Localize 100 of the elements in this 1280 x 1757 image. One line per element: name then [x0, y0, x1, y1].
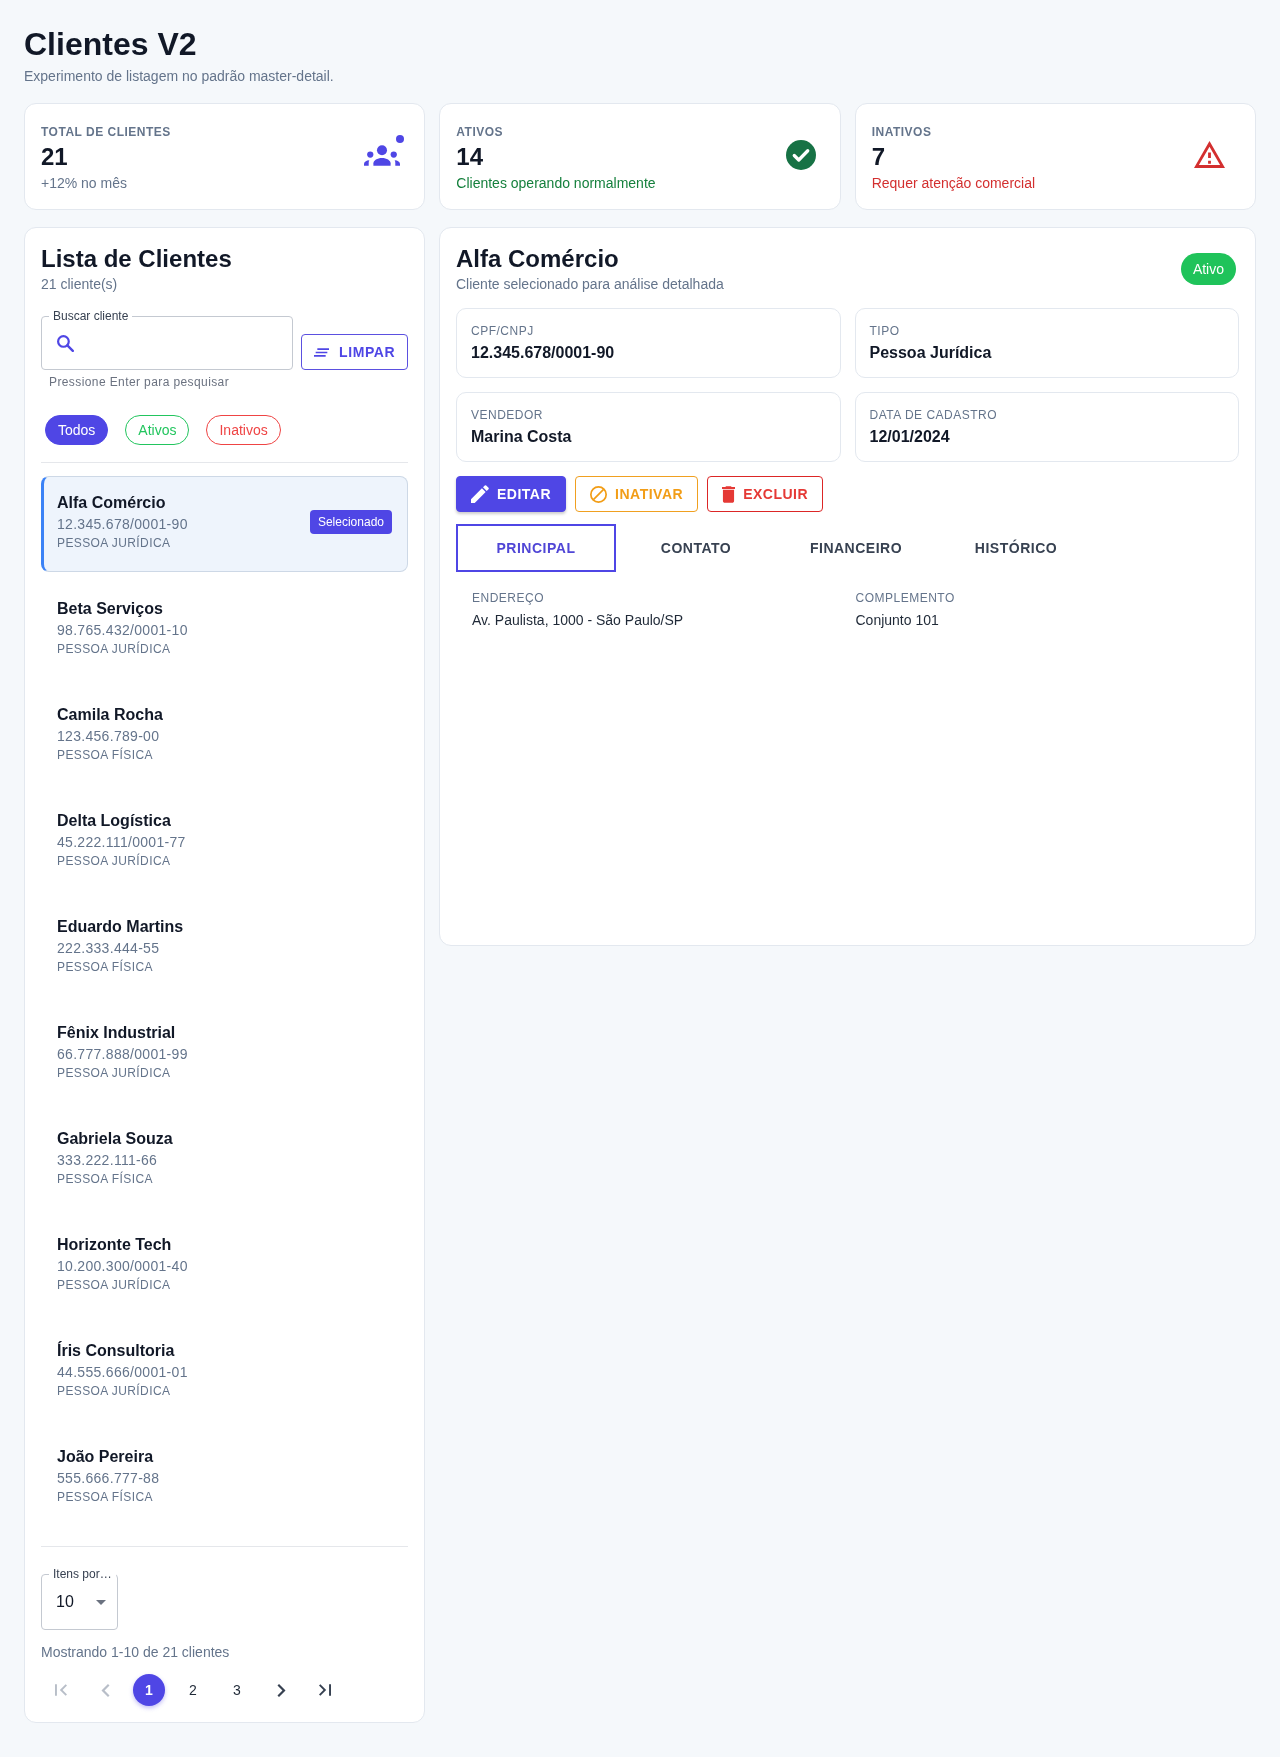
trash-icon [722, 485, 736, 503]
stat-note: +12% no mês [41, 173, 128, 193]
page-title: Clientes V2 [24, 25, 198, 64]
client-name: João Pereira [57, 1447, 155, 1467]
stat-note: Requer atenção comercial [871, 173, 1036, 193]
info-value: 12.345.678/0001-90 [471, 343, 616, 363]
client-list-item[interactable]: João Pereira 555.666.777-88 PESSOA FÍSICA [41, 1430, 408, 1526]
client-document: 45.222.111/0001-77 [57, 833, 186, 852]
client-type: PESSOA JURÍDICA [57, 1276, 172, 1294]
client-type: PESSOA JURÍDICA [57, 640, 172, 658]
client-type: PESSOA JURÍDICA [57, 1064, 172, 1082]
info-label: DATA DE CADASTRO [869, 407, 999, 423]
client-document: 66.777.888/0001-99 [57, 1045, 188, 1064]
client-name: Camila Rocha [57, 705, 163, 725]
stat-value: 14 [456, 141, 485, 172]
first-page-icon [55, 1684, 67, 1696]
client-name: Gabriela Souza [57, 1129, 173, 1149]
pagination-summary: Mostrando 1-10 de 21 clientes [41, 1643, 231, 1662]
client-document: 222.333.444-55 [57, 939, 161, 958]
info-value: 12/01/2024 [869, 427, 951, 447]
client-document: 10.200.300/0001-40 [57, 1257, 188, 1276]
last-page-icon [319, 1684, 331, 1696]
people-group-icon [364, 144, 401, 166]
client-name: Beta Serviços [57, 599, 164, 619]
client-type: PESSOA JURÍDICA [57, 534, 172, 552]
client-document: 44.555.666/0001-01 [57, 1363, 188, 1382]
client-type: PESSOA JURÍDICA [57, 1382, 172, 1400]
client-type: PESSOA FÍSICA [57, 1170, 154, 1188]
field-label: Itens por… [49, 1566, 116, 1582]
client-list-item[interactable]: Íris Consultoria 44.555.666/0001-01 PESSOA JURÍDICA [41, 1324, 408, 1420]
client-type: PESSOA JURÍDICA [57, 852, 172, 870]
clear-button[interactable]: LIMPAR [301, 334, 409, 370]
page-subtitle: Experimento de listagem no padrão master-detail. [24, 67, 335, 86]
delete-button[interactable]: EXCLUIR [707, 476, 824, 512]
tab[interactable]: PRINCIPAL [456, 524, 616, 572]
client-list-item[interactable]: Alfa Comércio 12.345.678/0001-90 PESSOA JURÍDICA Selecionado [41, 476, 408, 572]
client-list-item[interactable]: Beta Serviços 98.765.432/0001-10 PESSOA JURÍDICA [41, 582, 408, 678]
page-size-select[interactable]: Itens por… 10 [41, 1566, 118, 1630]
page-button[interactable]: 3 [221, 1674, 253, 1706]
stat-label: ATIVOS [456, 123, 505, 140]
client-name: Horizonte Tech [57, 1235, 173, 1255]
info-value: Pessoa Jurídica [869, 343, 993, 363]
lines-icon [314, 347, 329, 357]
stat-label: TOTAL DE CLIENTES [41, 123, 171, 140]
edit-button[interactable]: EDITAR [456, 476, 567, 512]
client-name: Eduardo Martins [57, 917, 184, 937]
client-type: PESSOA FÍSICA [57, 958, 154, 976]
tab[interactable]: CONTATO [616, 524, 776, 572]
client-name: Íris Consultoria [57, 1340, 176, 1361]
detail-subtitle: Cliente selecionado para análise detalhada [456, 275, 724, 294]
info-value: Marina Costa [471, 427, 573, 447]
client-document: 98.765.432/0001-10 [57, 621, 188, 640]
stat-value: 7 [871, 141, 886, 172]
chevron-right-icon [276, 1683, 286, 1697]
panel-title: Lista de Clientes [41, 244, 233, 274]
pencil-icon [471, 485, 489, 503]
client-list-item[interactable]: Horizonte Tech 10.200.300/0001-40 PESSOA JURÍDICA [41, 1218, 408, 1314]
helper-text: Pressione Enter para pesquisar [49, 374, 231, 390]
client-list-item[interactable]: Delta Logística 45.222.111/0001-77 PESSOA JURÍDICA [41, 794, 408, 890]
detail-title: Alfa Comércio [456, 244, 620, 274]
filter-chip[interactable]: Todos [45, 415, 109, 445]
filter-chip[interactable]: Inativos [206, 415, 281, 445]
client-document: 123.456.789-00 [57, 727, 161, 746]
info-label: TIPO [869, 323, 901, 339]
search-field[interactable]: Buscar cliente [41, 308, 293, 370]
client-type: PESSOA FÍSICA [57, 746, 154, 764]
client-document: 555.666.777-88 [57, 1469, 160, 1488]
page-button[interactable]: 2 [177, 1674, 209, 1706]
warning-icon [1194, 140, 1225, 168]
client-list-item[interactable]: Gabriela Souza 333.222.111-66 PESSOA FÍSICA [41, 1112, 408, 1208]
client-name: Delta Logística [57, 811, 172, 831]
client-list-item[interactable]: Eduardo Martins 222.333.444-55 PESSOA FÍSICA [41, 900, 408, 996]
selected-badge: Selecionado [309, 510, 392, 534]
detail-value: Conjunto 101 [855, 611, 940, 630]
info-label: CPF/CNPJ [471, 323, 535, 339]
client-list-item[interactable]: Fênix Industrial 66.777.888/0001-99 PESSOA JURÍDICA [41, 1006, 408, 1102]
tab[interactable]: HISTÓRICO [936, 524, 1096, 572]
select-value: 10 [56, 1592, 74, 1612]
stat-label: INATIVOS [871, 123, 933, 140]
info-label: VENDEDOR [471, 407, 544, 423]
chevron-left-icon [100, 1683, 110, 1697]
client-name: Alfa Comércio [57, 493, 167, 513]
detail-value: Av. Paulista, 1000 - São Paulo/SP [472, 611, 685, 630]
page-button[interactable]: 1 [133, 1674, 165, 1706]
client-count: 21 cliente(s) [41, 275, 119, 294]
client-document: 12.345.678/0001-90 [57, 515, 188, 534]
block-icon [590, 485, 608, 503]
caret-icon [96, 1599, 106, 1605]
client-name: Fênix Industrial [57, 1023, 177, 1043]
check-circle-icon [785, 140, 816, 170]
detail-label: COMPLEMENTO [855, 590, 956, 606]
stat-value: 21 [41, 141, 69, 172]
client-type: PESSOA FÍSICA [57, 1488, 154, 1506]
search-icon [57, 334, 74, 352]
detail-label: ENDEREÇO [472, 590, 545, 606]
status-chip: Ativo [1180, 253, 1236, 285]
client-document: 333.222.111-66 [57, 1151, 159, 1170]
stat-note: Clientes operando normalmente [456, 173, 656, 193]
client-list-item[interactable]: Camila Rocha 123.456.789-00 PESSOA FÍSICA [41, 688, 408, 784]
tab[interactable]: FINANCEIRO [776, 524, 936, 572]
